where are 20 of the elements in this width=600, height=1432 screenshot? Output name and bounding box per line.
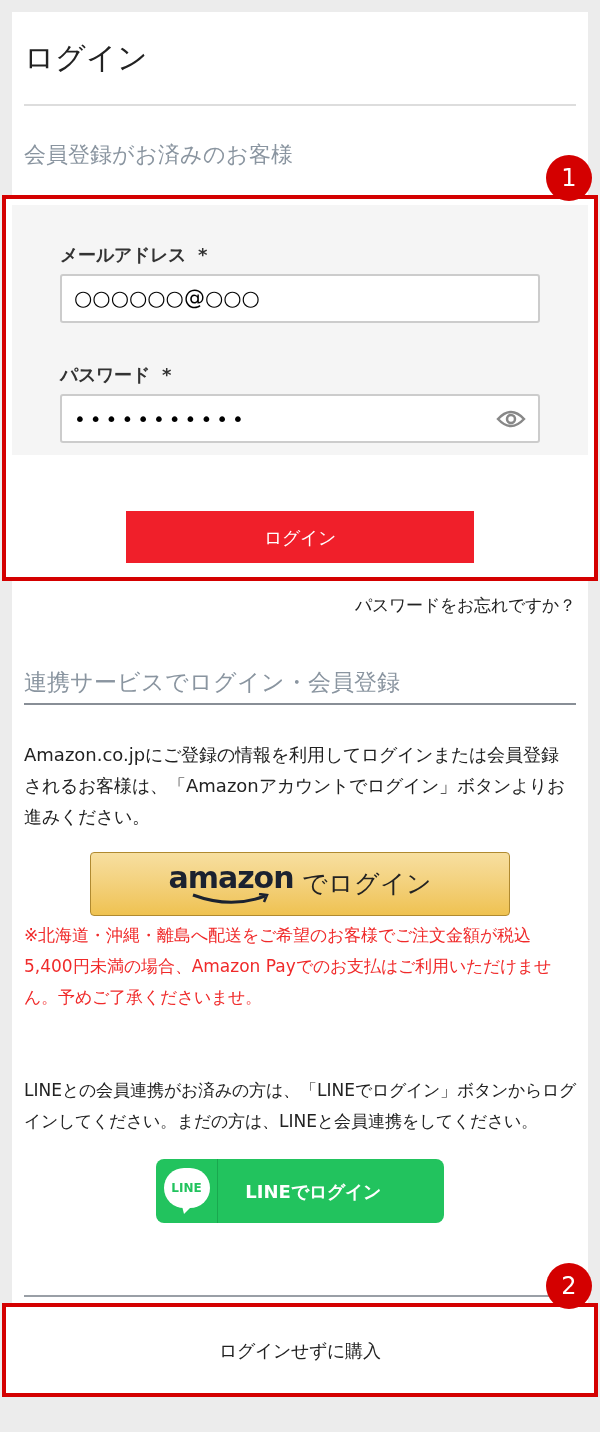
- field-label: メールアドレス: [60, 243, 186, 267]
- guest-checkout-button[interactable]: ログインせずに購入: [203, 1328, 397, 1372]
- shipping-notice: ※北海道・沖縄・離島へ配送をご希望のお客様でご注文金額が税込5,400円未満の場合、Amazon Payでのお支払はご利用いただけません。予めご了承くださいませ。: [24, 924, 552, 1009]
- field-label: パスワード: [60, 363, 150, 387]
- page-title: ログイン: [24, 39, 149, 77]
- eye-icon[interactable]: [496, 408, 526, 429]
- required-mark: *: [162, 363, 172, 387]
- amazon-description: Amazon.co.jpにご登録の情報を利用してログインまたは会員登録されるお客様は、「Amazonアカウントでログイン」ボタンよりお進みください。: [24, 743, 566, 829]
- line-description: LINEとの会員連携がお済みの方は、「LINEでログイン」ボタンからログインしてください。まだの方は、LINEと会員連携をしてください。: [24, 1079, 576, 1133]
- login-button[interactable]: ログイン: [126, 511, 474, 563]
- section-heading: 会員登録がお済みのお客様: [24, 141, 294, 169]
- smile-arrow-icon: [191, 893, 271, 905]
- amazon-login-button[interactable]: amazon でログイン: [90, 852, 510, 916]
- section-heading: 連携サービスでログイン・会員登録: [24, 664, 576, 705]
- email-field[interactable]: ○○○○○○@○○○: [60, 274, 540, 323]
- annotation-marker: 1: [546, 155, 592, 201]
- annotation-marker: 2: [546, 1263, 592, 1309]
- forgot-password-link[interactable]: パスワードをお忘れですか？: [355, 593, 576, 619]
- required-mark: *: [198, 243, 208, 267]
- password-field[interactable]: •••••••••••: [60, 394, 540, 443]
